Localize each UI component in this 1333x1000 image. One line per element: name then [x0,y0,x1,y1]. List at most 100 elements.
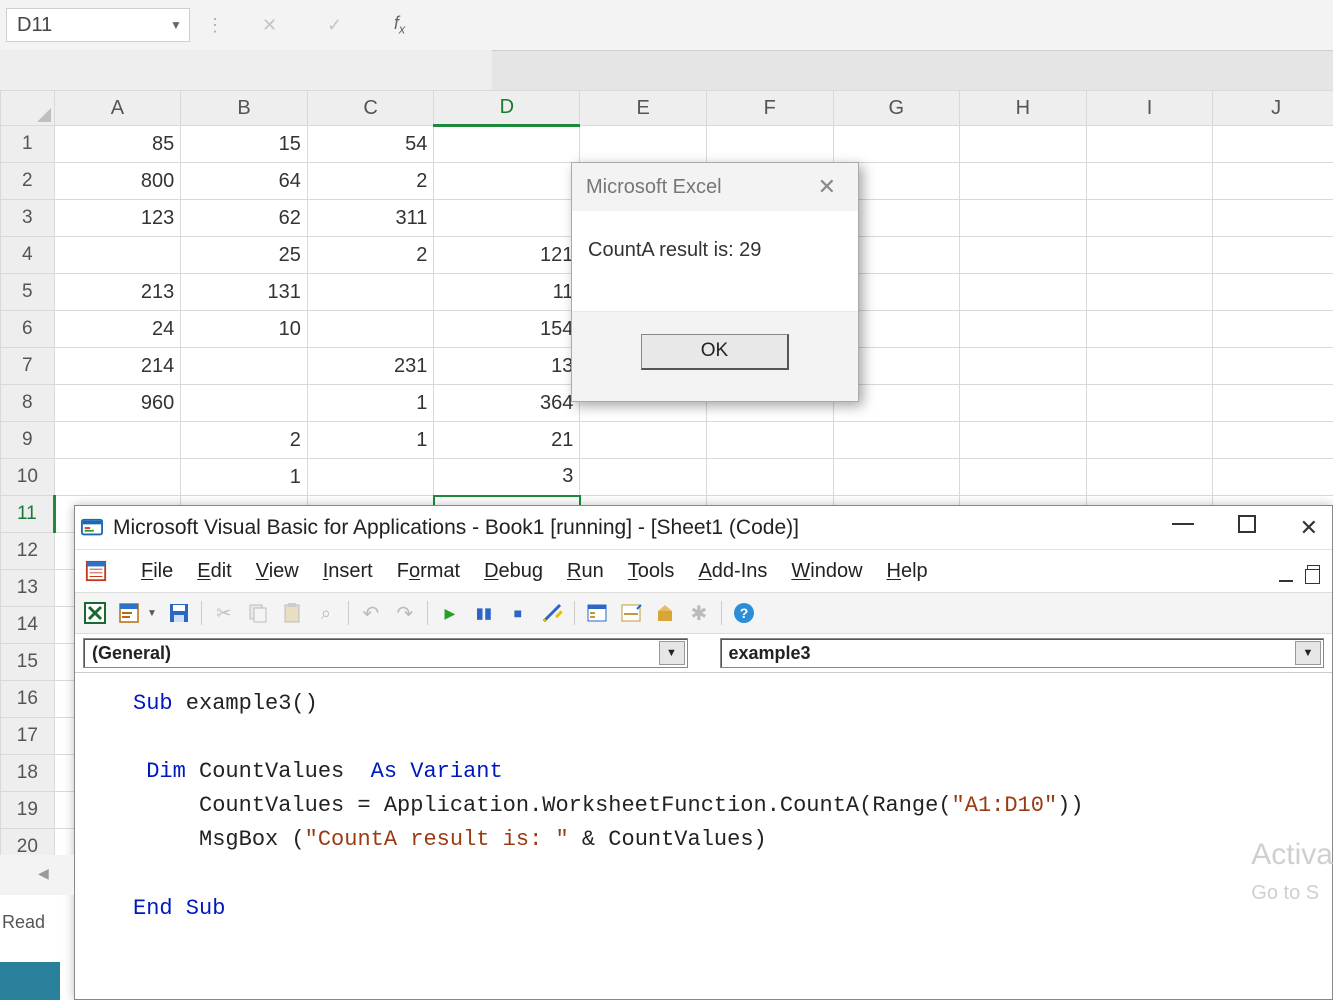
cell[interactable] [1086,237,1213,274]
cut-icon[interactable]: ✂ [212,601,236,625]
accept-formula-button[interactable]: ✓ [302,8,367,42]
cell[interactable] [1086,459,1213,496]
mdi-minimize-icon[interactable] [1279,569,1293,582]
menu-window[interactable]: Window [791,560,862,583]
cell[interactable]: 121 [434,237,580,274]
cell[interactable]: 1 [307,422,434,459]
cell[interactable]: 1 [181,459,308,496]
row-header[interactable]: 4 [1,237,55,274]
cell[interactable] [960,126,1087,163]
cell[interactable] [1213,274,1333,311]
design-mode-icon[interactable] [540,601,564,625]
select-all-corner[interactable] [1,91,55,126]
col-header-i[interactable]: I [1086,91,1213,126]
procedure-dropdown[interactable]: example3 ▼ [720,638,1325,668]
row-header[interactable]: 3 [1,200,55,237]
break-icon[interactable]: ▮▮ [472,601,496,625]
redo-icon[interactable]: ↷ [393,601,417,625]
cell[interactable] [1213,311,1333,348]
col-header-g[interactable]: G [833,91,960,126]
cell[interactable] [54,422,181,459]
row-header[interactable]: 14 [1,607,55,644]
cell[interactable]: 154 [434,311,580,348]
scroll-left-icon[interactable]: ◀ [38,865,56,883]
cell[interactable]: 11 [434,274,580,311]
run-icon[interactable]: ▶ [438,601,462,625]
row-header[interactable]: 10 [1,459,55,496]
menu-run[interactable]: Run [567,560,604,583]
cell[interactable]: 13 [434,348,580,385]
cell[interactable] [960,163,1087,200]
row-header[interactable]: 7 [1,348,55,385]
row-header[interactable]: 11 [1,496,55,533]
cell[interactable] [706,459,833,496]
cell[interactable] [181,348,308,385]
close-icon[interactable]: ✕ [810,170,844,204]
row-header[interactable]: 2 [1,163,55,200]
excel-view-icon[interactable] [83,601,107,625]
toolbox-icon[interactable]: ✱ [687,601,711,625]
paste-icon[interactable] [280,601,304,625]
cell[interactable] [1213,385,1333,422]
cell[interactable] [833,126,960,163]
row-header[interactable]: 6 [1,311,55,348]
cell[interactable] [960,422,1087,459]
cell[interactable] [706,422,833,459]
cancel-formula-button[interactable]: ✕ [237,8,302,42]
insert-function-button[interactable]: fx [367,8,432,42]
cell[interactable] [1213,237,1333,274]
vba-titlebar[interactable]: Microsoft Visual Basic for Applications … [75,506,1332,550]
ok-button[interactable]: OK [641,334,789,370]
cell[interactable]: 85 [54,126,181,163]
row-header[interactable]: 1 [1,126,55,163]
undo-icon[interactable]: ↶ [359,601,383,625]
col-header-b[interactable]: B [181,91,308,126]
properties-icon[interactable] [619,601,643,625]
cell[interactable] [1086,385,1213,422]
cell[interactable]: 54 [307,126,434,163]
cell[interactable] [1086,311,1213,348]
cell[interactable]: 2 [181,422,308,459]
vba-code-pane[interactable]: Sub example3() Dim CountValues As Varian… [75,672,1332,999]
help-icon[interactable]: ? [732,601,756,625]
cell[interactable] [960,311,1087,348]
row-header[interactable]: 5 [1,274,55,311]
cell[interactable] [181,385,308,422]
menu-tools[interactable]: Tools [628,560,675,583]
menu-insert[interactable]: Insert [323,560,373,583]
col-header-e[interactable]: E [580,91,707,126]
cell[interactable] [580,126,707,163]
cell[interactable] [1213,126,1333,163]
cell[interactable] [960,200,1087,237]
cell[interactable] [1086,163,1213,200]
cell[interactable] [434,126,580,163]
mdi-restore-icon[interactable] [1307,565,1320,578]
cell[interactable] [960,385,1087,422]
find-icon[interactable]: ⌕ [314,601,338,625]
maximize-icon[interactable] [1238,515,1256,533]
col-header-h[interactable]: H [960,91,1087,126]
cell[interactable] [833,459,960,496]
cell[interactable] [960,348,1087,385]
cell[interactable] [1086,126,1213,163]
cell[interactable]: 213 [54,274,181,311]
insert-module-icon[interactable] [117,601,141,625]
cell[interactable]: 1 [307,385,434,422]
cell[interactable]: 123 [54,200,181,237]
row-header[interactable]: 13 [1,570,55,607]
row-header[interactable]: 19 [1,792,55,829]
row-header[interactable]: 9 [1,422,55,459]
row-header[interactable]: 17 [1,718,55,755]
row-header[interactable]: 12 [1,533,55,570]
row-header[interactable]: 15 [1,644,55,681]
name-box-dropdown-icon[interactable]: ▼ [163,18,189,32]
vba-toolbar[interactable]: ▼ ✂ ⌕ ↶ ↷ ▶ ▮▮ ■ ✱ ? [75,592,1332,634]
cell[interactable] [1213,200,1333,237]
cell[interactable] [1213,459,1333,496]
menu-file[interactable]: File [141,560,173,583]
cell[interactable]: 364 [434,385,580,422]
menu-help[interactable]: Help [887,560,928,583]
menu-view[interactable]: View [256,560,299,583]
message-box-titlebar[interactable]: Microsoft Excel ✕ [572,163,858,211]
cell[interactable] [1213,163,1333,200]
